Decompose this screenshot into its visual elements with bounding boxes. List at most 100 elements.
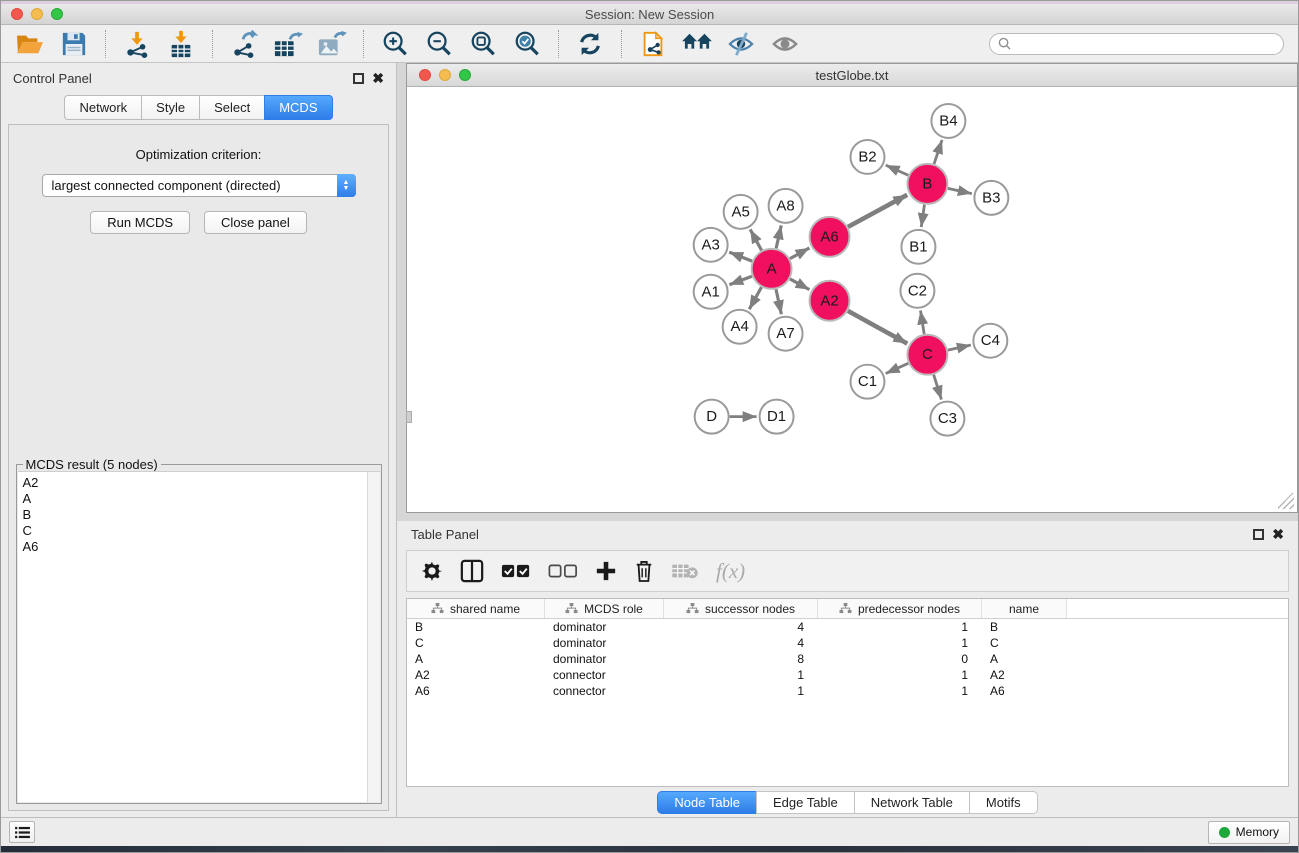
edge-B-B4[interactable] xyxy=(934,140,942,164)
import-network-button[interactable] xyxy=(118,28,156,60)
graph-node-B4[interactable]: B4 xyxy=(931,104,965,138)
graph-node-C1[interactable]: C1 xyxy=(851,365,885,399)
result-list-item[interactable]: C xyxy=(23,523,367,539)
graph-node-A5[interactable]: A5 xyxy=(724,195,758,229)
result-list-item[interactable]: B xyxy=(23,507,367,523)
graph-node-A2[interactable]: A2 xyxy=(810,281,850,321)
tab-edge-table[interactable]: Edge Table xyxy=(756,791,854,814)
table-row[interactable]: A2connector11A2 xyxy=(407,667,1288,683)
tab-motifs[interactable]: Motifs xyxy=(969,791,1038,814)
float-table-panel-icon[interactable] xyxy=(1253,529,1264,540)
table-row[interactable]: Cdominator41C xyxy=(407,635,1288,651)
edge-A-A4[interactable] xyxy=(749,287,761,309)
graph-node-B1[interactable]: B1 xyxy=(901,230,935,264)
graph-node-C2[interactable]: C2 xyxy=(900,274,934,308)
show-all-button[interactable] xyxy=(766,28,804,60)
column-header-shared-name[interactable]: shared name xyxy=(407,599,545,618)
edge-A-A8[interactable] xyxy=(776,225,781,248)
search-field[interactable] xyxy=(989,33,1284,55)
float-panel-icon[interactable] xyxy=(353,73,364,84)
add-column-button[interactable] xyxy=(595,556,617,586)
result-list-item[interactable]: A2 xyxy=(23,475,367,491)
zoom-in-button[interactable] xyxy=(376,28,414,60)
graph-node-B[interactable]: B xyxy=(907,164,947,204)
edge-A6-B[interactable] xyxy=(848,195,907,227)
graph-node-D[interactable]: D xyxy=(695,400,729,434)
memory-button[interactable]: Memory xyxy=(1208,821,1290,844)
edge-B-B1[interactable] xyxy=(921,205,924,227)
frame-close-button[interactable] xyxy=(419,69,431,81)
close-window-button[interactable] xyxy=(11,8,23,20)
graph-node-A3[interactable]: A3 xyxy=(694,228,728,262)
frame-side-grip[interactable] xyxy=(406,411,412,423)
close-panel-icon[interactable]: ✖ xyxy=(372,73,384,84)
import-table-button[interactable] xyxy=(162,28,200,60)
graph-node-C4[interactable]: C4 xyxy=(973,324,1007,358)
edge-C-C2[interactable] xyxy=(921,311,925,334)
table-settings-button[interactable] xyxy=(421,556,443,586)
select-all-button[interactable] xyxy=(501,556,531,586)
table-row[interactable]: A6connector11A6 xyxy=(407,683,1288,699)
network-from-file-button[interactable] xyxy=(634,28,672,60)
edge-A-A6[interactable] xyxy=(790,248,809,259)
edge-A-A7[interactable] xyxy=(776,289,781,314)
edge-C-C3[interactable] xyxy=(934,375,942,400)
tab-style[interactable]: Style xyxy=(141,95,199,120)
zoom-selected-button[interactable] xyxy=(508,28,546,60)
frame-minimize-button[interactable] xyxy=(439,69,451,81)
network-frame-titlebar[interactable]: testGlobe.txt xyxy=(407,64,1297,87)
edge-B-B2[interactable] xyxy=(886,165,909,175)
edge-C-C4[interactable] xyxy=(948,345,971,350)
edge-A-A1[interactable] xyxy=(729,276,752,285)
table-row[interactable]: Bdominator41B xyxy=(407,619,1288,635)
refresh-layout-button[interactable] xyxy=(571,28,609,60)
graph-node-A1[interactable]: A1 xyxy=(694,275,728,309)
edge-B-B3[interactable] xyxy=(948,188,972,193)
edge-A-A3[interactable] xyxy=(729,252,752,261)
export-image-button[interactable] xyxy=(313,28,351,60)
result-list-scrollbar[interactable] xyxy=(367,472,380,802)
maximize-window-button[interactable] xyxy=(51,8,63,20)
table-row[interactable]: Adominator80A xyxy=(407,651,1288,667)
graph-node-A7[interactable]: A7 xyxy=(769,317,803,351)
mcds-result-list[interactable]: A2ABCA6 xyxy=(18,471,380,802)
graph-node-A[interactable]: A xyxy=(752,249,792,289)
network-canvas[interactable]: B4B2BB3A5A8A6B1A3AC2A1A2A4A7C4CC1C3DD1 xyxy=(407,87,1297,512)
edge-A2-C[interactable] xyxy=(848,311,907,344)
table-column-layout-button[interactable] xyxy=(460,556,484,586)
column-header-successor-nodes[interactable]: successor nodes xyxy=(664,599,818,618)
tab-node-table[interactable]: Node Table xyxy=(657,791,756,814)
frame-maximize-button[interactable] xyxy=(459,69,471,81)
result-list-item[interactable]: A6 xyxy=(23,539,367,555)
delete-table-button[interactable] xyxy=(671,556,699,586)
edge-A-A2[interactable] xyxy=(790,279,809,290)
save-session-button[interactable] xyxy=(55,28,93,60)
tab-mcds[interactable]: MCDS xyxy=(264,95,332,120)
close-table-panel-icon[interactable]: ✖ xyxy=(1272,529,1284,540)
tab-network[interactable]: Network xyxy=(64,95,141,120)
graph-node-A4[interactable]: A4 xyxy=(723,310,757,344)
optimization-criterion-dropdown[interactable]: largest connected component (directed) ▲… xyxy=(42,174,356,197)
column-header-name[interactable]: name xyxy=(982,599,1067,618)
zoom-fit-button[interactable] xyxy=(464,28,502,60)
tab-select[interactable]: Select xyxy=(199,95,264,120)
graph-node-A8[interactable]: A8 xyxy=(769,189,803,223)
task-history-button[interactable] xyxy=(9,821,35,843)
function-builder-button[interactable]: f(x) xyxy=(716,556,745,586)
open-session-button[interactable] xyxy=(11,28,49,60)
delete-column-button[interactable] xyxy=(634,556,654,586)
graph-node-A6[interactable]: A6 xyxy=(810,217,850,257)
home-button[interactable] xyxy=(678,28,716,60)
result-list-item[interactable]: A xyxy=(23,491,367,507)
tab-network-table[interactable]: Network Table xyxy=(854,791,969,814)
minimize-window-button[interactable] xyxy=(31,8,43,20)
edge-A-A5[interactable] xyxy=(750,229,761,250)
run-mcds-button[interactable]: Run MCDS xyxy=(90,211,190,234)
network-graph[interactable]: B4B2BB3A5A8A6B1A3AC2A1A2A4A7C4CC1C3DD1 xyxy=(407,87,1297,512)
search-input[interactable] xyxy=(1016,37,1275,51)
column-header-MCDS-role[interactable]: MCDS role xyxy=(545,599,664,618)
graph-node-C[interactable]: C xyxy=(907,335,947,375)
zoom-out-button[interactable] xyxy=(420,28,458,60)
export-network-button[interactable] xyxy=(225,28,263,60)
hide-selected-button[interactable] xyxy=(722,28,760,60)
